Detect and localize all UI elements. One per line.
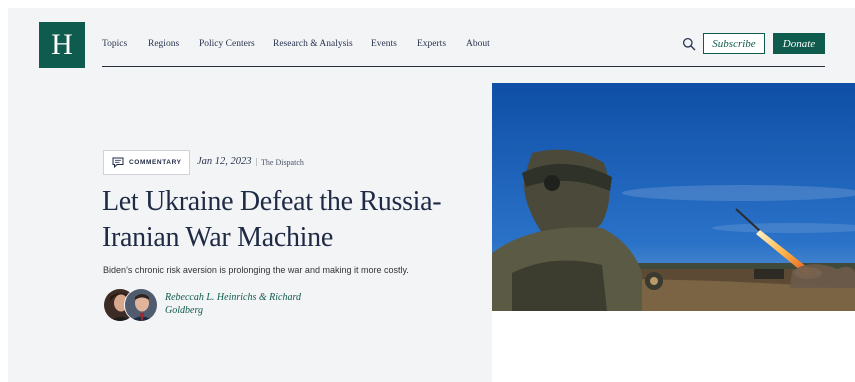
nav-policy-centers[interactable]: Policy Centers xyxy=(199,39,255,49)
headline-line-1: Let Ukraine Defeat the Russia- xyxy=(102,186,442,217)
authors-line-2: Goldberg xyxy=(165,305,203,316)
nav-about[interactable]: About xyxy=(466,39,490,49)
logo-letter: H xyxy=(51,28,73,61)
site-logo[interactable]: H xyxy=(39,22,85,68)
meta-separator: | xyxy=(256,157,258,166)
white-space xyxy=(492,311,855,382)
nav-experts[interactable]: Experts xyxy=(417,39,446,49)
publish-date: Jan 12, 2023 xyxy=(197,156,252,167)
nav-events[interactable]: Events xyxy=(371,39,397,49)
nav-regions[interactable]: Regions xyxy=(148,39,179,49)
subscribe-button[interactable]: Subscribe xyxy=(703,33,765,54)
nav-research-analysis[interactable]: Research & Analysis xyxy=(273,39,353,49)
nav-divider xyxy=(102,66,825,67)
comment-icon xyxy=(112,157,124,168)
author-avatars[interactable] xyxy=(103,288,159,324)
avatar xyxy=(124,288,158,322)
article-dek: Biden’s chronic risk aversion is prolong… xyxy=(103,265,409,275)
category-label: COMMENTARY xyxy=(129,159,182,166)
headline-line-2: Iranian War Machine xyxy=(102,222,333,253)
article-headline[interactable]: Let Ukraine Defeat the Russia- Iranian W… xyxy=(102,184,482,256)
category-tag[interactable]: COMMENTARY xyxy=(103,150,190,175)
donate-button[interactable]: Donate xyxy=(773,33,825,54)
nav-topics[interactable]: Topics xyxy=(102,39,127,49)
search-icon[interactable] xyxy=(682,37,696,51)
article-source[interactable]: The Dispatch xyxy=(261,158,304,167)
article-authors[interactable]: Rebeccah L. Heinrichs & Richard Goldberg xyxy=(165,291,325,317)
hero-image[interactable] xyxy=(492,83,855,311)
authors-line-1: Rebeccah L. Heinrichs & Richard xyxy=(165,292,301,303)
